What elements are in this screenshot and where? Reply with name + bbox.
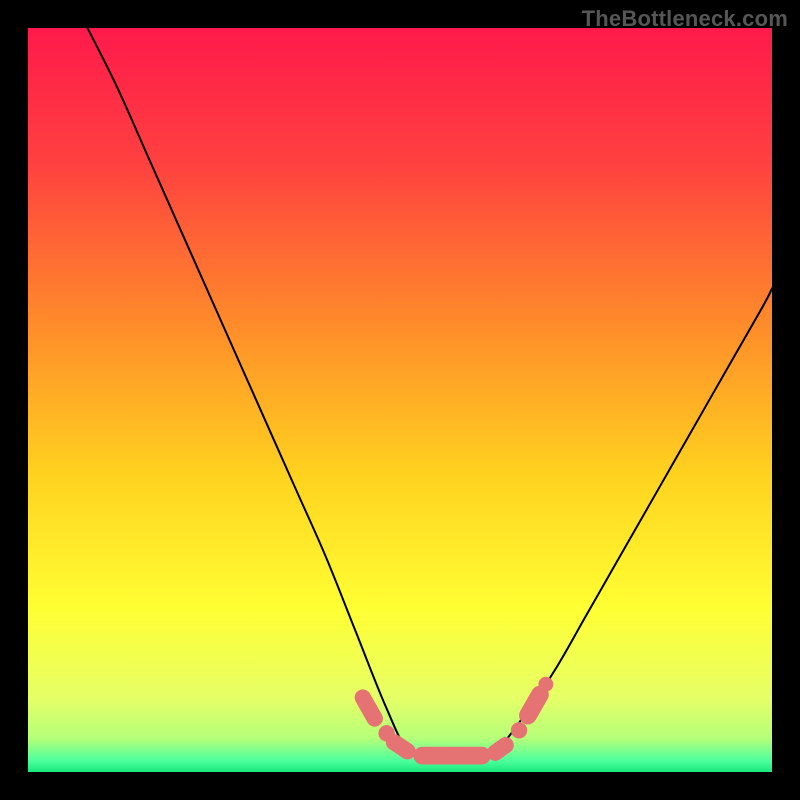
curve-marker bbox=[538, 677, 553, 692]
curve-marker bbox=[511, 722, 527, 738]
curve-marker bbox=[528, 695, 540, 716]
bottleneck-curve bbox=[88, 28, 772, 758]
plot-area bbox=[28, 28, 772, 772]
curve-layer bbox=[28, 28, 772, 772]
curve-marker bbox=[363, 698, 375, 719]
chart-frame: TheBottleneck.com bbox=[0, 0, 800, 800]
curve-marker bbox=[495, 745, 505, 752]
watermark-text: TheBottleneck.com bbox=[582, 6, 788, 32]
curve-marker bbox=[394, 742, 407, 751]
